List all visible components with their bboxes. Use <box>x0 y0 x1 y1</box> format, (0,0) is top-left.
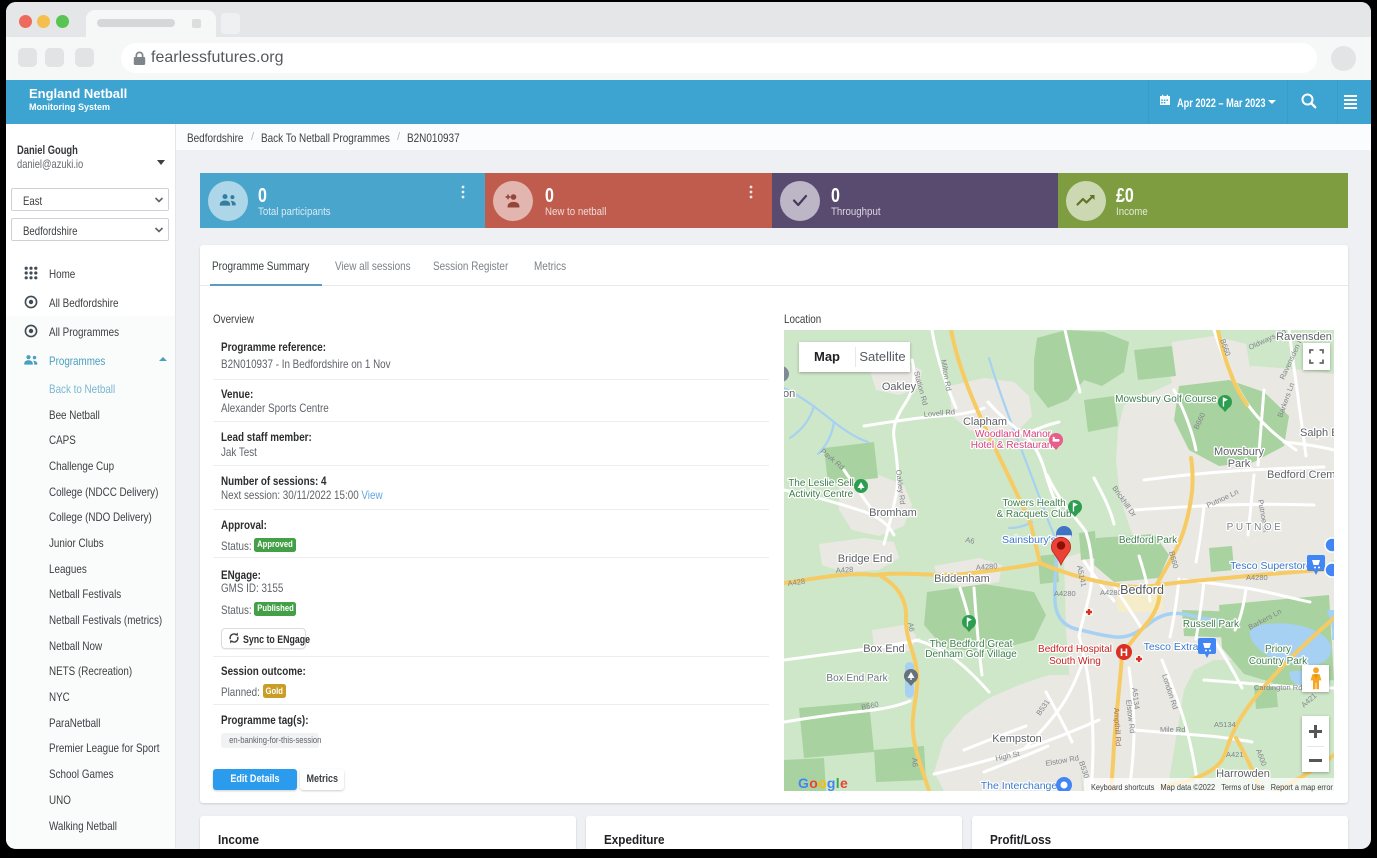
svg-text:PUTNOE: PUTNOE <box>1227 522 1284 533</box>
svg-text:A6: A6 <box>965 535 976 546</box>
svg-text:A6: A6 <box>906 622 916 633</box>
svg-text:Russell Park: Russell Park <box>1183 619 1240 630</box>
svg-text:Priory: Priory <box>1265 644 1291 655</box>
svg-text:A5134: A5134 <box>1214 720 1236 729</box>
svg-text:Oakley: Oakley <box>882 381 917 393</box>
svg-text:Tesco Superstore: Tesco Superstore <box>1230 560 1312 572</box>
svg-text:Clapham: Clapham <box>963 416 1007 428</box>
svg-text:Box End Park: Box End Park <box>826 673 888 684</box>
svg-text:Box End: Box End <box>863 643 905 655</box>
svg-text:Bedford: Bedford <box>1120 583 1164 597</box>
svg-text:Denham Golf Village: Denham Golf Village <box>925 649 1017 660</box>
svg-text:South Wing: South Wing <box>1049 656 1101 667</box>
svg-text:Mowsbury: Mowsbury <box>1214 446 1265 458</box>
svg-text:Salph Er: Salph Er <box>1300 427 1334 439</box>
svg-text:A4280: A4280 <box>1100 588 1122 597</box>
svg-text:Hotel & Restaurant: Hotel & Restaurant <box>971 440 1056 451</box>
svg-text:& Racquets Club: & Racquets Club <box>996 509 1071 520</box>
svg-text:Mowsbury Golf Course: Mowsbury Golf Course <box>1115 394 1217 405</box>
svg-text:Tesco Extra: Tesco Extra <box>1144 641 1199 653</box>
svg-text:ton: ton <box>784 388 795 400</box>
svg-text:Bridge End: Bridge End <box>838 553 892 565</box>
svg-text:Activity Centre: Activity Centre <box>789 489 854 500</box>
svg-text:Bedford Cremat: Bedford Cremat <box>1267 469 1334 481</box>
svg-text:Bromham: Bromham <box>869 507 917 519</box>
svg-text:Woodland Manor: Woodland Manor <box>975 429 1052 440</box>
svg-text:Kempston: Kempston <box>992 733 1042 745</box>
svg-text:Towers Health: Towers Health <box>1002 498 1065 509</box>
svg-text:Bedford Park: Bedford Park <box>1119 535 1178 546</box>
svg-text:A6: A6 <box>910 757 920 767</box>
svg-text:Ravensden: Ravensden <box>1276 331 1332 343</box>
svg-text:The Leslie Sell: The Leslie Sell <box>788 478 854 489</box>
svg-text:A421: A421 <box>1226 750 1244 759</box>
svg-text:Country Park: Country Park <box>1249 656 1308 667</box>
svg-text:A4280: A4280 <box>976 562 998 572</box>
svg-text:Bedford Hospital: Bedford Hospital <box>1038 644 1112 655</box>
svg-text:Biddenham: Biddenham <box>934 573 990 585</box>
svg-text:A428: A428 <box>836 565 854 575</box>
svg-text:A4280: A4280 <box>1054 589 1076 598</box>
svg-text:Cardington Rd: Cardington Rd <box>1254 683 1302 692</box>
svg-text:A4280: A4280 <box>1246 573 1268 582</box>
svg-text:Park: Park <box>1228 458 1251 470</box>
svg-text:H: H <box>1120 647 1128 659</box>
svg-text:Sainsbury's: Sainsbury's <box>1002 534 1056 546</box>
svg-text:The Interchange: The Interchange <box>981 780 1058 791</box>
svg-text:Mile Rd: Mile Rd <box>1160 725 1185 734</box>
